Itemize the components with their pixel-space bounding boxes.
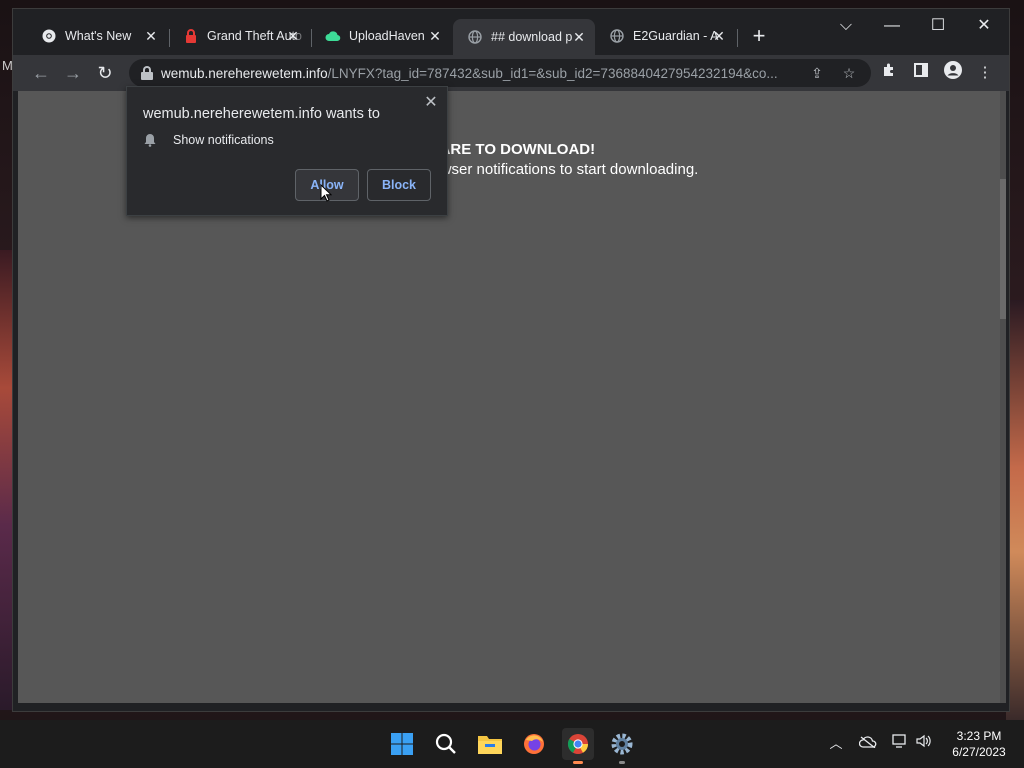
extensions-puzzle-icon[interactable] — [877, 61, 901, 85]
lock-icon[interactable] — [141, 66, 153, 80]
settings-gear-icon[interactable] — [606, 728, 638, 764]
prompt-title: wemub.nereherewetem.info wants to — [143, 106, 380, 122]
cloud-icon — [325, 28, 341, 44]
tab-close-icon[interactable]: ✕ — [285, 28, 301, 44]
permission-label: Show notifications — [173, 133, 274, 147]
side-panel-icon[interactable] — [909, 61, 933, 85]
prompt-close-icon[interactable]: ✕ — [423, 95, 439, 111]
taskbar: ︿ 3:23 PM 6/27/2023 — [0, 720, 1024, 768]
tab-search-chevron-icon[interactable]: ⌵ — [823, 15, 869, 39]
scrollbar-thumb[interactable] — [1000, 179, 1006, 319]
tab-download-page[interactable]: ## download p ✕ — [453, 19, 595, 55]
clock-time: 3:23 PM — [956, 729, 1002, 743]
tab-close-icon[interactable]: ✕ — [143, 28, 159, 44]
tab-close-icon[interactable]: ✕ — [571, 29, 587, 45]
onedrive-cloud-icon[interactable] — [858, 734, 878, 754]
search-icon[interactable] — [430, 728, 462, 760]
firefox-icon[interactable] — [518, 728, 550, 760]
prompt-permission-row: Show notifications — [143, 133, 274, 147]
notification-permission-prompt: wemub.nereherewetem.info wants to ✕ Show… — [126, 86, 448, 216]
address-bar[interactable]: wemub.nereherewetem.info/LNYFX?tag_id=78… — [129, 59, 871, 87]
close-window-button[interactable]: ✕ — [961, 15, 1007, 39]
file-explorer-folder-icon[interactable] — [474, 728, 506, 760]
share-icon[interactable]: ⇪ — [807, 63, 827, 83]
volume-icon[interactable] — [914, 734, 934, 754]
chrome-taskbar-icon[interactable] — [562, 728, 594, 764]
chrome-icon — [41, 28, 57, 44]
tab-close-icon[interactable]: ✕ — [427, 28, 443, 44]
page-subtext: Allow browser notifications to start dow… — [443, 161, 699, 178]
mouse-pointer-icon — [320, 184, 332, 202]
minimize-button[interactable]: — — [869, 15, 915, 39]
tab-whats-new[interactable]: What's New ✕ — [27, 21, 167, 51]
globe-icon — [467, 29, 483, 45]
back-arrow-icon[interactable]: ← — [29, 61, 53, 85]
profile-avatar-icon[interactable] — [941, 61, 965, 85]
new-tab-button[interactable]: + — [747, 25, 771, 49]
page-heading: ## PREPARE TO DOWNLOAD! — [443, 141, 596, 158]
reload-icon[interactable]: ↻ — [93, 61, 117, 85]
start-windows-icon[interactable] — [386, 728, 418, 760]
tab-e2guardian[interactable]: E2Guardian - A ✕ — [595, 21, 735, 51]
block-button[interactable]: Block — [367, 169, 431, 201]
page-content: ## PREPARE TO DOWNLOAD! Allow browser no… — [443, 91, 1003, 211]
running-app-indicator — [619, 761, 625, 764]
active-app-indicator — [573, 761, 583, 764]
forward-arrow-icon[interactable]: → — [61, 61, 85, 85]
network-icon[interactable] — [890, 734, 910, 754]
bell-icon — [144, 134, 156, 147]
menu-kebab-icon[interactable]: ⋮ — [973, 61, 997, 85]
url-text[interactable]: wemub.nereherewetem.info/LNYFX?tag_id=78… — [161, 66, 795, 81]
tab-grand-theft-auto[interactable]: Grand Theft Auto ✕ — [169, 21, 309, 51]
bookmark-star-icon[interactable]: ☆ — [839, 63, 859, 83]
tab-uploadhaven[interactable]: UploadHaven ✕ — [311, 21, 451, 51]
maximize-button[interactable]: ☐ — [915, 15, 961, 39]
system-clock[interactable]: 3:23 PM 6/27/2023 — [944, 728, 1014, 760]
tab-close-icon[interactable]: ✕ — [711, 28, 727, 44]
clock-date: 6/27/2023 — [952, 745, 1006, 759]
red-lock-icon — [183, 28, 199, 44]
tab-strip: What's New ✕ Grand Theft Auto ✕ UploadHa… — [13, 9, 1009, 55]
tab-separator — [737, 29, 738, 47]
chevron-up-icon[interactable]: ︿ — [826, 734, 846, 754]
globe-icon — [609, 28, 625, 44]
